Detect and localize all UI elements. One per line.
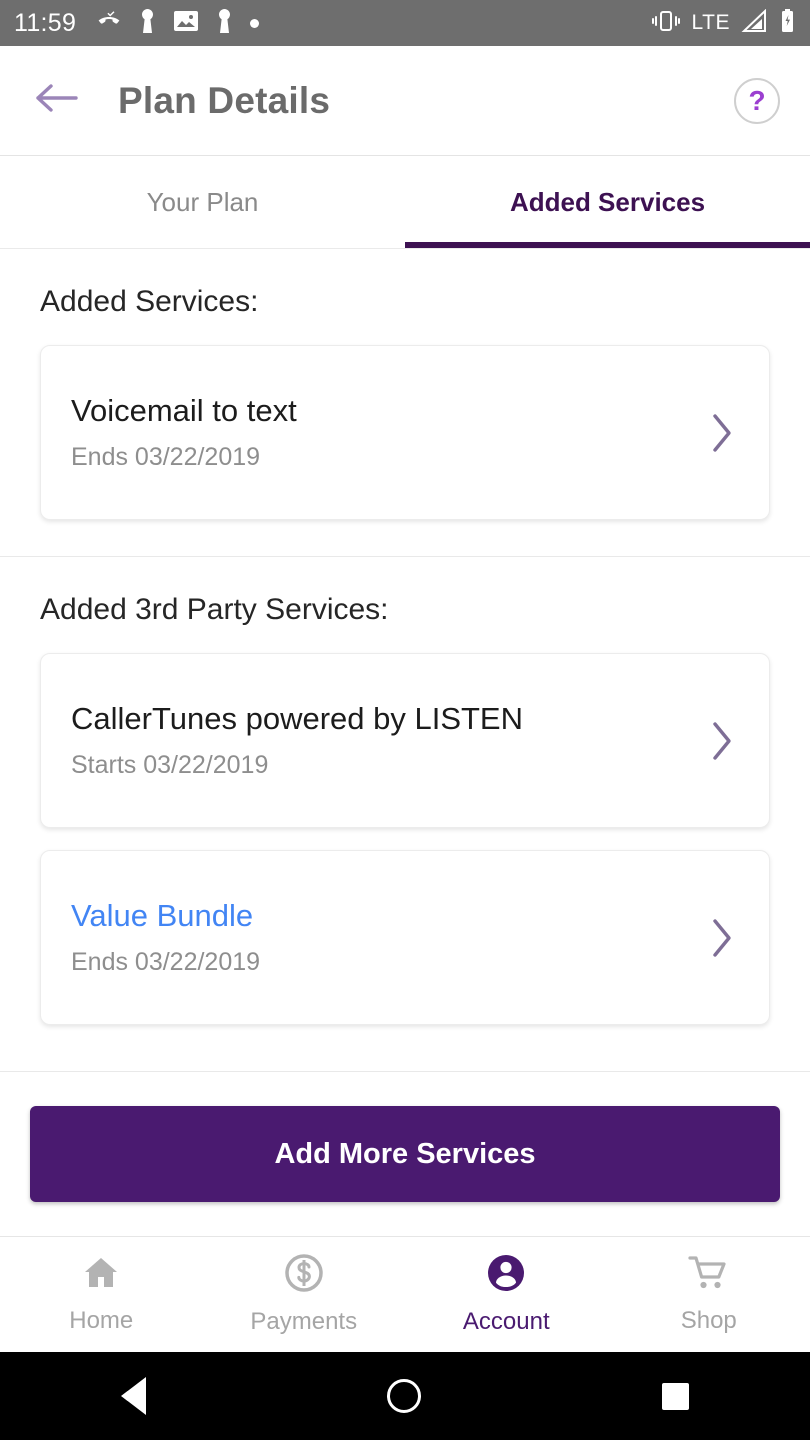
status-bar-notification-icons [96, 8, 260, 39]
vibrate-icon [651, 9, 681, 38]
question-mark-icon: ? [748, 84, 766, 116]
card-list-added-services: Voicemail to text Ends 03/22/2019 [0, 319, 810, 520]
home-circle-icon[interactable] [386, 1379, 421, 1413]
tab-bar: Your Plan Added Services [0, 156, 810, 248]
card-title: CallerTunes powered by LISTEN [71, 701, 523, 736]
network-type-label: LTE [691, 11, 730, 34]
section-heading-added-services: Added Services: [40, 285, 259, 318]
status-bar-system-icons: LTE [651, 8, 796, 39]
recents-square-icon[interactable] [662, 1382, 690, 1410]
person-icon [216, 8, 233, 39]
back-triangle-icon[interactable] [120, 1377, 146, 1415]
back-button[interactable] [30, 75, 82, 127]
nav-item-label: Home [69, 1307, 134, 1334]
card-subtitle: Ends 03/22/2019 [71, 443, 261, 471]
nav-item-shop[interactable]: Shop [608, 1237, 810, 1352]
nav-item-label: Account [462, 1308, 550, 1335]
card-text-block: CallerTunes powered by LISTEN Starts 03/… [71, 701, 705, 780]
home-icon [81, 1254, 121, 1297]
tab-label: Your Plan [146, 186, 259, 217]
person-icon [139, 8, 156, 39]
dot-icon [250, 18, 260, 28]
help-button[interactable]: ? [734, 77, 780, 124]
service-card-value-bundle[interactable]: Value Bundle Ends 03/22/2019 [40, 850, 770, 1025]
button-label: Add More Services [274, 1137, 536, 1170]
card-title: Voicemail to text [71, 393, 297, 428]
tab-your-plan[interactable]: Your Plan [0, 156, 405, 248]
add-more-services-button[interactable]: Add More Services [30, 1106, 780, 1202]
tab-active-indicator [405, 242, 810, 248]
card-list-third-party: CallerTunes powered by LISTEN Starts 03/… [0, 627, 810, 1025]
app-header: Plan Details ? [0, 46, 810, 156]
service-card-voicemail-to-text[interactable]: Voicemail to text Ends 03/22/2019 [40, 345, 770, 520]
chevron-right-icon [705, 719, 739, 763]
card-gap [40, 828, 770, 850]
phone-screen: 11:59 LTE Plan Details ? Your Plan Added… [0, 0, 810, 1440]
chevron-right-icon [705, 916, 739, 960]
android-navigation-bar [0, 1352, 810, 1440]
dollar-circle-icon [284, 1253, 324, 1298]
cart-icon [688, 1254, 730, 1297]
card-text-block: Value Bundle Ends 03/22/2019 [71, 898, 705, 977]
main-content: Added Services: Voicemail to text Ends 0… [0, 249, 810, 1071]
service-card-callertunes[interactable]: CallerTunes powered by LISTEN Starts 03/… [40, 653, 770, 828]
nav-item-account[interactable]: Account [405, 1237, 608, 1352]
image-icon [173, 9, 199, 38]
tab-label: Added Services [509, 186, 706, 217]
card-text-block: Voicemail to text Ends 03/22/2019 [71, 393, 705, 472]
missed-call-icon [96, 10, 122, 37]
nav-item-label: Shop [680, 1307, 737, 1334]
bottom-navigation: Home Payments Account Shop [0, 1236, 810, 1352]
nav-item-home[interactable]: Home [0, 1237, 203, 1352]
person-circle-icon [486, 1253, 526, 1298]
card-subtitle: Starts 03/22/2019 [71, 751, 269, 779]
status-bar: 11:59 LTE [0, 0, 810, 46]
nav-item-payments[interactable]: Payments [203, 1237, 406, 1352]
status-bar-clock: 11:59 [14, 8, 77, 37]
chevron-right-icon [705, 411, 739, 455]
card-subtitle: Ends 03/22/2019 [71, 948, 261, 976]
nav-item-label: Payments [250, 1308, 358, 1335]
section-heading-third-party: Added 3rd Party Services: [40, 593, 389, 626]
back-arrow-icon [34, 81, 78, 120]
battery-charging-icon [779, 8, 796, 39]
cta-area: Add More Services [0, 1071, 810, 1236]
card-title-link[interactable]: Value Bundle [71, 898, 705, 934]
page-title: Plan Details [118, 79, 331, 121]
signal-icon [741, 8, 768, 38]
tab-added-services[interactable]: Added Services [405, 156, 810, 248]
